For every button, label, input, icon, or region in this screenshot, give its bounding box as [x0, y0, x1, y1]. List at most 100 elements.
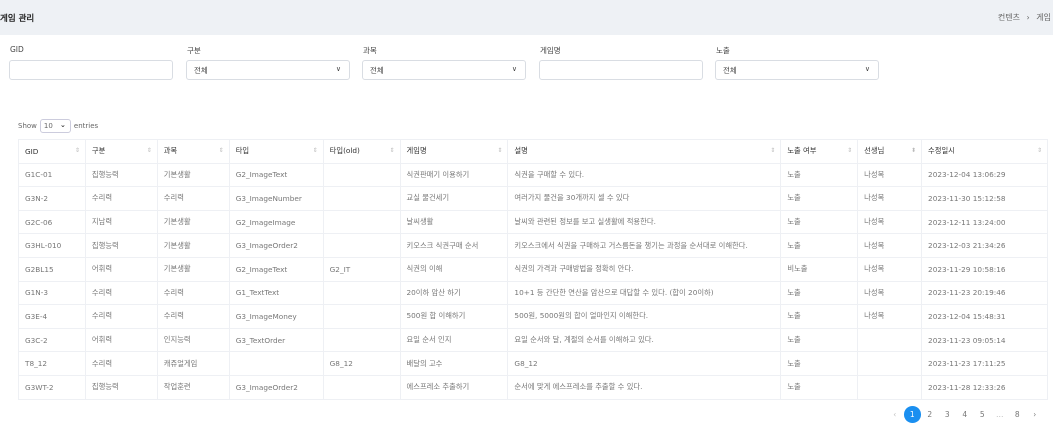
table-cell [322, 233, 401, 258]
table-cell: 비노출 [780, 256, 859, 282]
column-header-label: 수정일시 [928, 146, 955, 156]
column-header-label: 노출 여부 [787, 146, 817, 156]
table-cell: 수리력 [84, 304, 158, 329]
table-cell [322, 186, 401, 211]
table-cell: 기본생활 [156, 162, 230, 188]
table-cell: 나성목 [857, 162, 923, 188]
page-button[interactable]: 1 [903, 406, 921, 423]
filter-select[interactable]: 전체 ∨ [362, 60, 526, 80]
page-title: 게임 관리 [0, 14, 35, 24]
column-header-label: 구분 [91, 146, 106, 156]
filter-select[interactable]: 전체 ∨ [715, 60, 879, 80]
table-row[interactable]: G2BL15 어휘력 기본생활 G2_ImageText G2_IT 식권의 이해 식권의 … [18, 256, 1048, 282]
table-cell: 나성목 [857, 256, 923, 282]
table-cell: 노출 [780, 374, 859, 400]
table-row[interactable]: G1C-01 집행능력 기본생활 G2_ImageText 식권판매기 이용하기 식권을 … [18, 162, 1048, 188]
table-row[interactable]: G3E-4 수리력 수리력 G3_ImageMoney 500원 합 이해하기 500원,… [18, 304, 1048, 329]
filter-select[interactable]: 전체 ∨ [186, 60, 350, 80]
column-header[interactable]: 설명 ⇕ [507, 139, 782, 164]
table-cell: G3E-4 [18, 304, 86, 329]
filter-label: 과목 [363, 46, 377, 55]
table-cell: G2BL15 [18, 256, 86, 282]
table-row[interactable]: G3N-2 수리력 수리력 G3_ImageNumber 교실 물건세기 여러가지 물건을… [18, 186, 1048, 211]
table-cell: 노출 [780, 162, 859, 188]
table-cell: 식권을 구매할 수 있다. [507, 162, 782, 188]
page-button: … [996, 410, 1004, 419]
table-cell: 20이하 암산 하기 [399, 280, 509, 306]
table-row[interactable]: G2C-06 지남력 기본생활 G2_ImageImage 날씨생활 날씨와 관련된 정보… [18, 209, 1048, 235]
table-cell [322, 280, 401, 306]
table-cell: 날씨생활 [399, 209, 509, 235]
column-header[interactable]: 과목 ⇕ [156, 139, 230, 164]
table-row[interactable]: G3C-2 어휘력 인지능력 G3_TextOrder 요일 순서 인지 요일 순서와 달… [18, 327, 1048, 353]
column-header[interactable]: 선생님 ⬍ [857, 139, 923, 164]
sort-icon: ⇕ [389, 147, 395, 154]
show-label: Show [18, 122, 37, 130]
page-button[interactable]: 8 [1009, 406, 1027, 423]
filter-label: 노출 [716, 46, 730, 55]
table-cell: 키오스크 식권구매 순서 [399, 233, 509, 258]
table-cell: 2023-11-23 20:19:46 [921, 280, 1048, 306]
table-cell: G1_TextText [228, 280, 324, 306]
table-cell: 2023-11-29 10:58:16 [921, 256, 1048, 282]
table-cell: 배달의 고수 [399, 351, 509, 376]
column-header[interactable]: 타입(old) ⇕ [322, 139, 401, 164]
column-header-label: 타입 [235, 146, 250, 156]
column-header[interactable]: 게임명 ⇕ [399, 139, 509, 164]
page-button[interactable]: 4 [956, 406, 974, 423]
sort-icon: ⬍ [911, 147, 917, 154]
table-cell: 에스프레소 추출하기 [399, 374, 509, 400]
prev-page-button[interactable]: ‹ [886, 406, 904, 423]
page-button[interactable]: 3 [939, 406, 957, 423]
table-cell: 수리력 [156, 186, 230, 211]
column-header-label: 과목 [163, 146, 178, 156]
table-cell: G3C-2 [18, 327, 86, 353]
table-row[interactable]: G1N-3 수리력 수리력 G1_TextText 20이하 암산 하기 10+1 등 간… [18, 280, 1048, 306]
column-header[interactable]: 구분 ⇕ [84, 139, 158, 164]
table-cell: G2_ImageText [228, 162, 324, 188]
table-cell: G3_TextOrder [228, 327, 324, 353]
table-cell: G1N-3 [18, 280, 86, 306]
table-cell: 수리력 [156, 304, 230, 329]
column-header[interactable]: 노출 여부 ⇕ [780, 139, 859, 164]
table-cell: 여러가지 물건을 30개까지 셀 수 있다 [507, 186, 782, 211]
table-cell: 식권의 이해 [399, 256, 509, 282]
table-cell: 나성목 [857, 304, 923, 329]
table-row[interactable]: G3HL-010 집행능력 기본생활 G3_ImageOrder2 키오스크 식권구매 … [18, 233, 1048, 258]
table-cell [322, 162, 401, 188]
breadcrumb-separator: › [1026, 13, 1030, 22]
table-cell: 나성목 [857, 233, 923, 258]
table-cell: 식권판매기 이용하기 [399, 162, 509, 188]
column-header-label: 선생님 [864, 146, 885, 156]
column-header-label: 타입(old) [329, 146, 360, 156]
column-header[interactable]: 수정일시 ⇕ [921, 139, 1048, 164]
page-button[interactable]: 2 [921, 406, 939, 423]
breadcrumb-item[interactable]: 컨텐츠 [998, 13, 1020, 22]
table-cell: G2C-06 [18, 209, 86, 235]
table-cell: 2023-12-04 15:48:31 [921, 304, 1048, 329]
page-button[interactable]: 5 [974, 406, 992, 423]
column-header[interactable]: 타입 ⇕ [228, 139, 324, 164]
table-cell: G2_ImageImage [228, 209, 324, 235]
column-header[interactable]: GID ⇕ [18, 139, 86, 164]
table-row[interactable]: T8_12 수리력 캐쥬얼게임 G8_12 배달의 고수 G8_12 노출 2023-11-2… [18, 351, 1048, 376]
page-header: 게임 관리 컨텐츠 › 게임 [0, 0, 1053, 35]
table-cell: 노출 [780, 280, 859, 306]
table-cell: G3_ImageOrder2 [228, 374, 324, 400]
sort-icon: ⇕ [497, 147, 503, 154]
filter-input[interactable] [9, 60, 173, 80]
table-cell: 10+1 등 간단한 연산을 암산으로 대답할 수 있다. (합이 20이하) [507, 280, 782, 306]
next-page-button[interactable]: › [1026, 406, 1044, 423]
table-cell [322, 209, 401, 235]
table-row[interactable]: G3WT-2 집행능력 작업훈련 G3_ImageOrder2 에스프레소 추출하기 순서… [18, 374, 1048, 400]
sort-icon: ⇕ [1036, 147, 1042, 154]
table-cell: 수리력 [156, 280, 230, 306]
filter-input[interactable] [539, 60, 703, 80]
filter-value: 전체 [194, 66, 208, 75]
table-cell: 2023-11-23 09:05:14 [921, 327, 1048, 353]
table-cell: 집행능력 [84, 374, 158, 400]
breadcrumb-item[interactable]: 게임 [1036, 13, 1051, 22]
table-cell: 어휘력 [84, 327, 158, 353]
table-cell: G8_12 [322, 351, 401, 376]
page-length-select[interactable]: 10 ⌄ [39, 119, 71, 133]
